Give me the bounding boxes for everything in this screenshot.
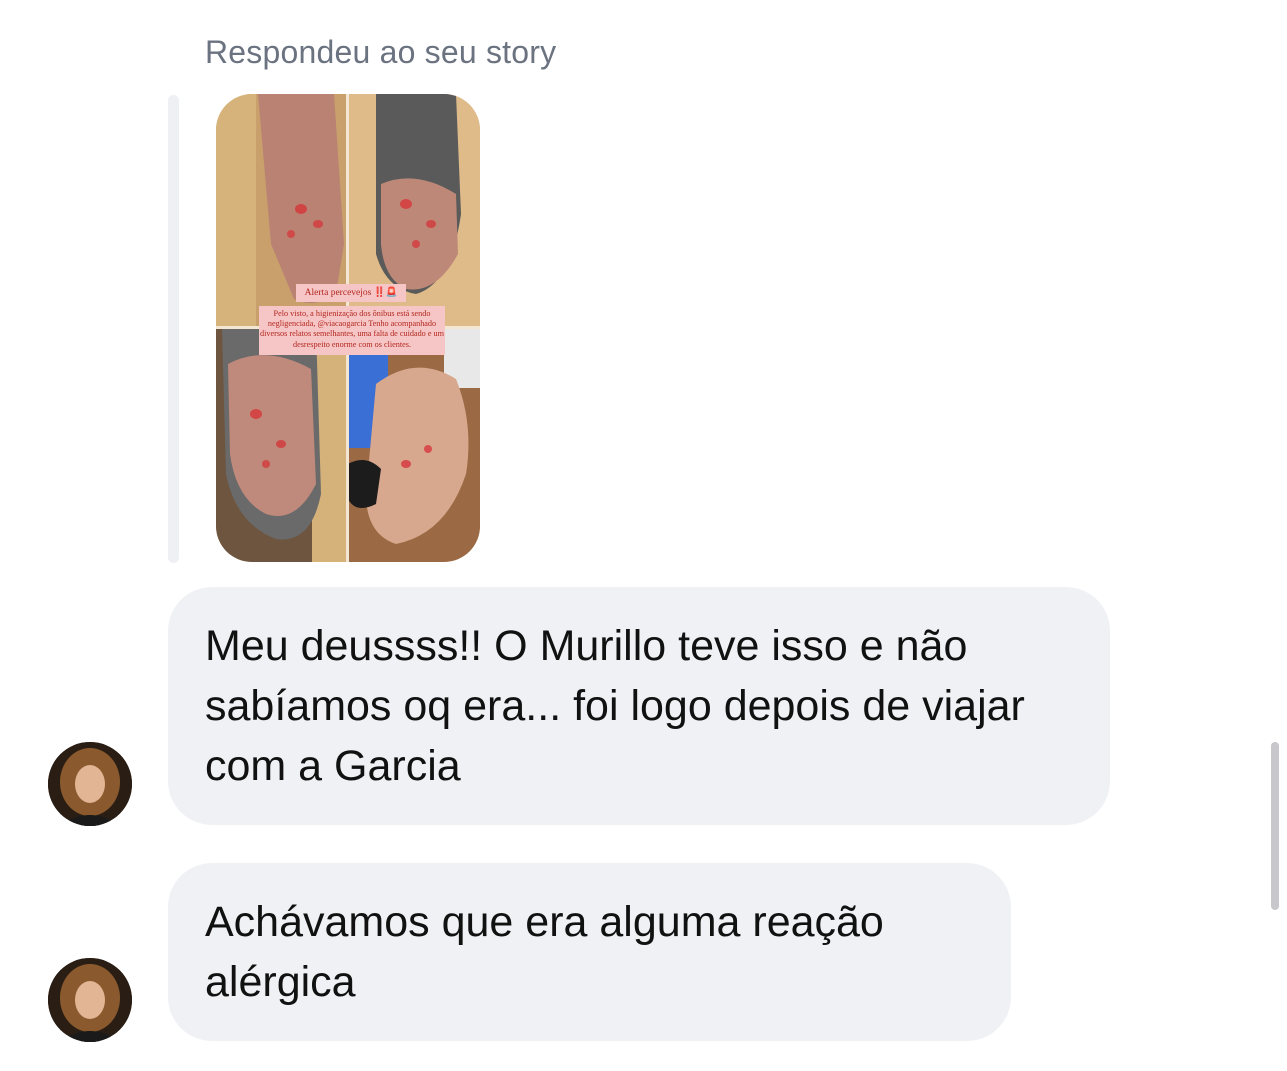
story-thumbnail[interactable]: Alerta percevejos ‼️🚨 Pelo visto, a higi… xyxy=(216,94,480,562)
message-bubble[interactable]: Meu deussss!! O Murillo teve isso e não … xyxy=(168,587,1110,825)
reply-to-story-label: Respondeu ao seu story xyxy=(205,34,557,70)
story-title-caption: Alerta percevejos ‼️🚨 xyxy=(296,284,406,302)
story-body-caption: Pelo visto, a higienização dos ônibus es… xyxy=(259,306,445,355)
sender-avatar[interactable] xyxy=(48,742,132,826)
message-text: Meu deussss!! O Murillo teve isso e não … xyxy=(205,622,1025,790)
quote-bar xyxy=(168,95,179,563)
avatar-photo-icon xyxy=(48,958,132,1042)
sender-avatar[interactable] xyxy=(48,958,132,1042)
avatar-photo-icon xyxy=(48,742,132,826)
scrollbar-thumb[interactable] xyxy=(1271,742,1279,910)
message-text: Achávamos que era alguma reação alérgica xyxy=(205,898,884,1006)
message-bubble[interactable]: Achávamos que era alguma reação alérgica xyxy=(168,863,1011,1041)
